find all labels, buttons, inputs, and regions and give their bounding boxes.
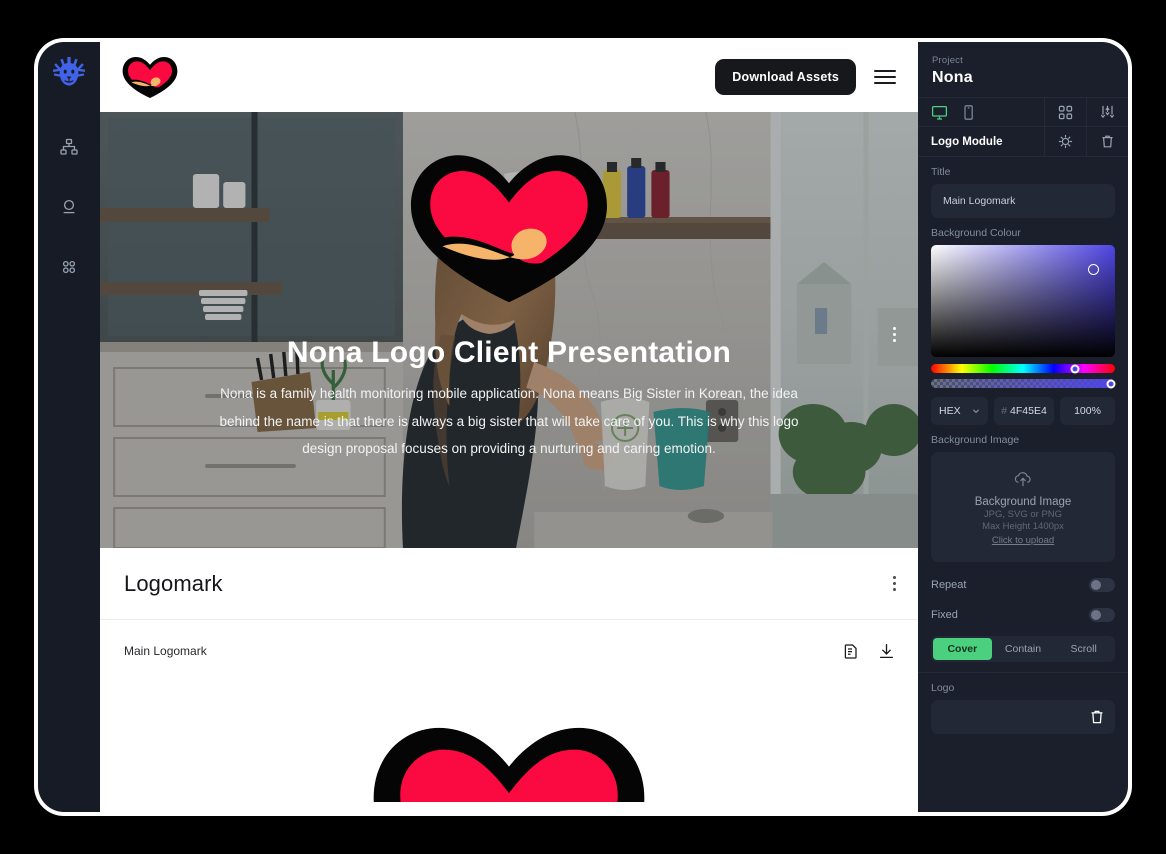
repeat-toggle[interactable] bbox=[1089, 578, 1115, 592]
hero-banner: Nona Logo Client Presentation Nona is a … bbox=[100, 112, 918, 548]
hero-more-menu[interactable] bbox=[893, 327, 896, 342]
sidebar-item-apps[interactable] bbox=[52, 250, 86, 284]
grid-icon bbox=[1058, 105, 1073, 119]
sitemap-icon bbox=[60, 138, 78, 155]
logomark-section-header: Logomark bbox=[100, 548, 918, 620]
panel-header: Project Nona bbox=[918, 42, 1128, 97]
lion-logo-icon[interactable] bbox=[52, 56, 86, 90]
sidebar-item-sitemap[interactable] bbox=[52, 130, 86, 164]
panel-settings-button[interactable] bbox=[1086, 98, 1128, 126]
dropzone-title: Background Image bbox=[974, 496, 1072, 508]
hex-input[interactable]: # 4F45E4 bbox=[994, 397, 1054, 425]
right-panel: Project Nona Logo Module Title Main Logo… bbox=[918, 42, 1128, 812]
asset-name: Main Logomark bbox=[124, 644, 207, 658]
dropzone-maxheight: Max Height 1400px bbox=[982, 521, 1064, 532]
download-assets-button[interactable]: Download Assets bbox=[715, 59, 856, 95]
saturation-picker[interactable] bbox=[931, 245, 1115, 357]
fit-option-cover[interactable]: Cover bbox=[933, 638, 992, 660]
fixed-toggle[interactable] bbox=[1089, 608, 1115, 622]
hue-handle[interactable] bbox=[1070, 364, 1080, 373]
title-field-label: Title bbox=[931, 166, 951, 178]
toggle-group: Repeat Fixed bbox=[918, 570, 1128, 630]
hero-subtitle: Nona is a family health monitoring mobil… bbox=[219, 386, 799, 457]
device-switcher bbox=[918, 98, 1044, 126]
fit-segmented-control: Cover Contain Scroll bbox=[931, 636, 1115, 662]
sidebar-item-pin[interactable] bbox=[52, 190, 86, 224]
title-field-group: Title Main Logomark bbox=[918, 157, 1128, 218]
opacity-input[interactable]: 100% bbox=[1060, 397, 1115, 425]
chevron-down-icon bbox=[973, 409, 979, 414]
dropzone-formats: JPG, SVG or PNG bbox=[983, 509, 1063, 520]
pin-icon bbox=[63, 199, 75, 214]
device-desktop-button[interactable] bbox=[931, 104, 948, 121]
panel-layout-button[interactable] bbox=[1044, 98, 1086, 126]
logo-group: Logo bbox=[918, 673, 1128, 734]
alpha-handle[interactable] bbox=[1106, 379, 1116, 388]
nona-heart-logomark-large bbox=[373, 727, 645, 802]
asset-row: Main Logomark bbox=[100, 620, 918, 682]
colour-format-select[interactable]: HEX bbox=[931, 397, 988, 425]
hex-value: 4F45E4 bbox=[1010, 405, 1047, 417]
panel-toolbar bbox=[918, 97, 1128, 127]
hamburger-icon[interactable] bbox=[874, 70, 896, 84]
hero-title: Nona Logo Client Presentation bbox=[286, 336, 732, 369]
background-colour-group: Background Colour HEX # 4F45E4 100% bbox=[918, 218, 1128, 425]
fit-option-scroll[interactable]: Scroll bbox=[1054, 638, 1113, 660]
sliders-icon bbox=[1101, 105, 1114, 118]
colour-format-value: HEX bbox=[939, 405, 961, 417]
section-more-menu[interactable] bbox=[893, 576, 896, 591]
hero-content: Nona Logo Client Presentation Nona is a … bbox=[100, 112, 918, 548]
trash-icon bbox=[1102, 135, 1113, 148]
brightness-icon bbox=[1058, 134, 1073, 149]
canvas-topbar: Download Assets bbox=[100, 42, 918, 112]
fixed-toggle-row: Fixed bbox=[918, 600, 1128, 630]
panel-eyebrow: Project bbox=[932, 55, 963, 66]
logomark-preview bbox=[100, 682, 918, 802]
repeat-label: Repeat bbox=[931, 579, 967, 591]
repeat-toggle-row: Repeat bbox=[918, 570, 1128, 600]
background-colour-label: Background Colour bbox=[931, 227, 1021, 239]
fit-option-contain[interactable]: Contain bbox=[994, 638, 1053, 660]
mobile-icon bbox=[964, 104, 973, 120]
module-brightness-button[interactable] bbox=[1044, 127, 1086, 156]
desktop-icon bbox=[931, 105, 948, 120]
logo-card[interactable] bbox=[931, 700, 1115, 734]
cloud-upload-icon bbox=[1014, 472, 1031, 487]
nona-heart-logomark bbox=[411, 155, 607, 303]
module-delete-button[interactable] bbox=[1086, 127, 1128, 156]
download-icon bbox=[879, 643, 894, 658]
asset-download-button[interactable] bbox=[877, 642, 896, 661]
app-window: Download Assets Nona Logo Client Present… bbox=[38, 42, 1128, 812]
asset-document-button[interactable] bbox=[842, 643, 859, 660]
title-input[interactable]: Main Logomark bbox=[931, 184, 1115, 218]
background-image-label: Background Image bbox=[931, 434, 1020, 446]
trash-icon[interactable] bbox=[1089, 709, 1105, 725]
canvas: Download Assets Nona Logo Client Present… bbox=[100, 42, 918, 812]
background-image-dropzone[interactable]: Background Image JPG, SVG or PNG Max Hei… bbox=[931, 452, 1115, 562]
colour-value-row: HEX # 4F45E4 100% bbox=[931, 397, 1115, 425]
left-rail bbox=[38, 42, 100, 812]
dropzone-upload-link[interactable]: Click to upload bbox=[992, 535, 1054, 546]
hex-hash: # bbox=[1001, 405, 1008, 417]
document-icon bbox=[844, 643, 857, 659]
section-title: Logomark bbox=[124, 570, 223, 596]
panel-body: Title Main Logomark Background Colour HE… bbox=[918, 157, 1128, 812]
nona-heart-logo bbox=[122, 56, 178, 99]
grid-dots-icon bbox=[62, 260, 76, 274]
alpha-slider[interactable] bbox=[931, 379, 1116, 388]
panel-project-title: Nona bbox=[932, 69, 973, 86]
logo-label: Logo bbox=[931, 682, 955, 694]
fixed-label: Fixed bbox=[931, 609, 958, 621]
module-label: Logo Module bbox=[931, 135, 1003, 148]
saturation-handle[interactable] bbox=[1088, 264, 1099, 275]
device-mobile-button[interactable] bbox=[960, 104, 977, 121]
hue-slider[interactable] bbox=[931, 364, 1115, 373]
screen: Download Assets Nona Logo Client Present… bbox=[0, 0, 1166, 854]
module-row: Logo Module bbox=[918, 127, 1128, 157]
background-image-group: Background Image Background Image JPG, S… bbox=[918, 425, 1128, 562]
